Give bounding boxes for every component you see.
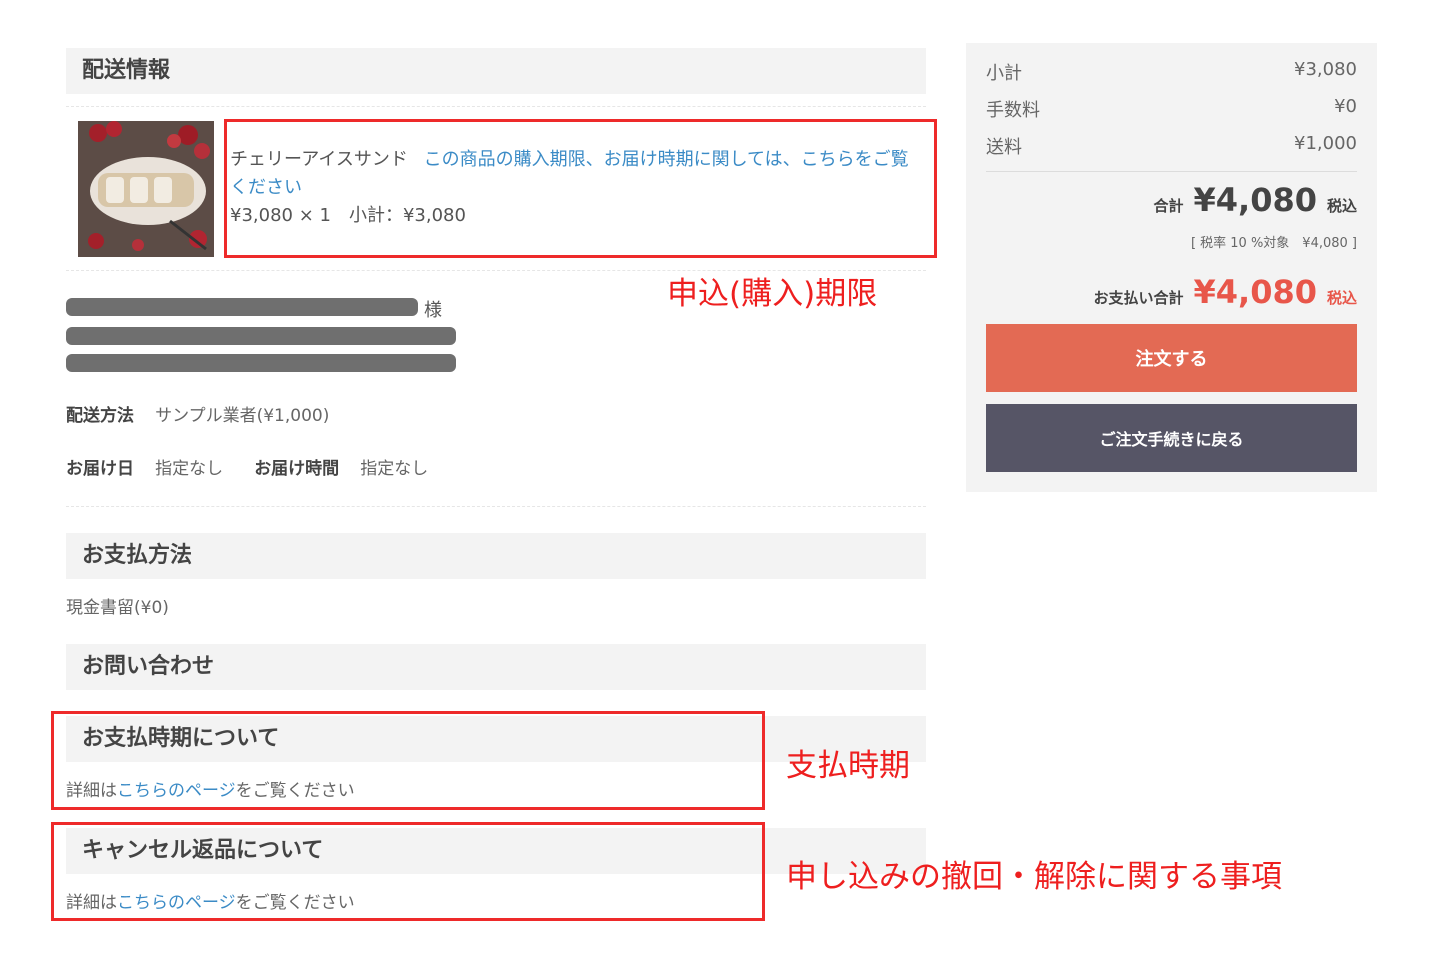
annotation-deadline: 申込(購入)期限 [667, 276, 878, 312]
summary-total-label: 合計 [1153, 197, 1184, 215]
summary-subtotal-value: ¥3,080 [1294, 59, 1357, 80]
annotation-box-deadline [224, 119, 937, 258]
summary-total-row: 合計 ¥4,080 税込 [1153, 181, 1357, 219]
delivery-method-value: サンプル業者(¥1,000) [155, 406, 330, 426]
summary-pay-total-value: ¥4,080 [1193, 273, 1317, 311]
summary-pay-total-label: お支払い合計 [1093, 289, 1184, 307]
summary-shipping-value: ¥1,000 [1294, 133, 1357, 154]
payment-section-header: お支払方法 [66, 533, 926, 579]
summary-pay-total-tax: 税込 [1326, 289, 1357, 307]
summary-subtotal-label: 小計 [986, 63, 1022, 84]
redacted-recipient-name [66, 298, 418, 316]
recipient-suffix: 様 [424, 300, 442, 321]
product-image [78, 121, 214, 257]
summary-fee-label: 手数料 [986, 100, 1040, 121]
summary-fee-value: ¥0 [1334, 96, 1357, 117]
summary-shipping-row: 送料 ¥1,000 [986, 133, 1357, 159]
annotation-box-withdrawal [51, 822, 765, 921]
summary-divider [986, 171, 1357, 172]
summary-pay-total-row: お支払い合計 ¥4,080 税込 [1093, 273, 1357, 311]
summary-subtotal-row: 小計 ¥3,080 [986, 59, 1357, 85]
summary-fee-row: 手数料 ¥0 [986, 96, 1357, 122]
annotation-box-payment-timing [51, 711, 765, 810]
redacted-recipient-phone [66, 354, 456, 372]
delivery-method-row: 配送方法 サンプル業者(¥1,000) [66, 401, 329, 426]
redacted-recipient-address [66, 327, 456, 345]
divider [66, 106, 926, 107]
delivery-date-value: 指定なし [155, 459, 224, 479]
divider [66, 506, 926, 507]
annotation-withdrawal: 申し込みの撤回・解除に関する事項 [786, 859, 1282, 895]
delivery-section-header: 配送情報 [66, 48, 926, 94]
order-summary-panel: 小計 ¥3,080 手数料 ¥0 送料 ¥1,000 合計 ¥4,080 税込 … [966, 43, 1377, 492]
summary-tax-note: [ 税率 10 %対象 ¥4,080 ] [1190, 236, 1357, 251]
back-to-checkout-button[interactable]: ご注文手続きに戻る [986, 404, 1357, 472]
delivery-method-label: 配送方法 [66, 406, 134, 426]
summary-total-value: ¥4,080 [1193, 181, 1317, 219]
delivery-time-label: お届け時間 [254, 459, 340, 479]
annotation-payment-timing: 支払時期 [786, 748, 910, 784]
payment-method-value: 現金書留(¥0) [66, 598, 169, 618]
delivery-time-value: 指定なし [360, 459, 429, 479]
delivery-date-label: お届け日 [66, 459, 134, 479]
contact-section-header: お問い合わせ [66, 644, 926, 690]
summary-shipping-label: 送料 [986, 137, 1022, 158]
summary-total-tax: 税込 [1326, 197, 1357, 215]
place-order-button[interactable]: 注文する [986, 324, 1357, 392]
delivery-date-row: お届け日 指定なし お届け時間 指定なし [66, 454, 428, 479]
